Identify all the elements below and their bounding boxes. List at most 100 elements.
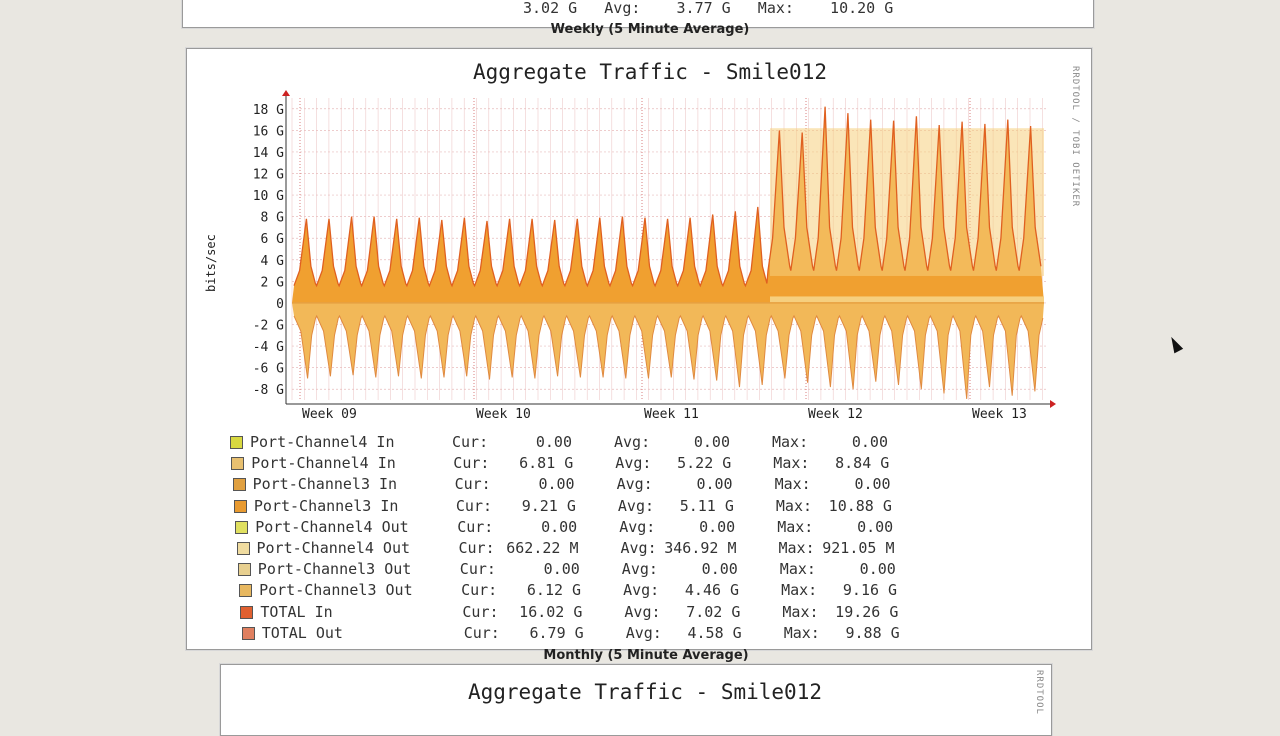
legend-max-label: Max: <box>773 454 810 473</box>
legend-cur-label: Cur: <box>461 581 498 600</box>
legend-cur-label: Cur: <box>462 602 499 621</box>
legend-swatch <box>241 626 255 640</box>
legend-cur-label: Cur: <box>454 475 491 494</box>
legend-series-name: Port-Channel3 In <box>252 475 398 494</box>
legend-series-name: TOTAL In <box>260 602 333 621</box>
legend-series-name: Port-Channel4 Out <box>256 539 411 557</box>
y-tick-label: 12 G <box>253 168 284 183</box>
legend-max-value: 8.84 G <box>835 454 890 473</box>
legend-avg-label: Avg: <box>619 517 656 536</box>
legend-cur-value: 0.00 <box>541 517 578 536</box>
legend-swatch <box>236 542 250 555</box>
legend-max-value: 0.00 <box>857 517 894 536</box>
legend-cur-value: 0.00 <box>543 560 580 579</box>
legend-avg-value: 0.00 <box>699 517 736 536</box>
legend-max-label: Max: <box>777 517 814 536</box>
legend-row: Port-Channel4 In Cur: 6.81 G Avg: 5.22 G Max:… <box>231 453 951 473</box>
legend-avg-value: 7.02 G <box>686 602 741 621</box>
legend-avg-value: 0.00 <box>693 433 730 451</box>
x-tick-label: Week 13 <box>972 407 1027 422</box>
legend-avg-label: Avg: <box>615 454 652 473</box>
legend-cur-label: Cur: <box>457 517 494 536</box>
legend-cur-label: Cur: <box>453 454 490 473</box>
legend-avg-value: 346.92 M <box>664 539 737 557</box>
legend-swatch <box>233 499 247 513</box>
legend-cur-value: 6.81 G <box>519 454 574 473</box>
y-tick-label: -6 G <box>253 362 284 377</box>
legend-swatch <box>235 520 249 534</box>
y-tick-label: 10 G <box>253 189 284 204</box>
legend-avg-value: 0.00 <box>701 560 738 579</box>
x-tick-label: Week 10 <box>476 407 531 422</box>
legend-max-value: 10.88 G <box>828 496 892 515</box>
legend-series-name: TOTAL Out <box>261 623 343 642</box>
legend-swatch <box>240 605 254 619</box>
legend-avg-label: Avg: <box>620 539 657 557</box>
legend-avg-label: Avg: <box>623 581 660 600</box>
legend-max-value: 0.00 <box>851 433 888 451</box>
legend-avg-value: 4.58 G <box>687 623 742 642</box>
legend-avg-value: 4.46 G <box>684 581 740 600</box>
y-tick-label: 4 G <box>261 254 285 269</box>
legend-row: Port-Channel4 In Cur: 0.00 Avg: 0.00 Max: 0.00 <box>230 432 950 452</box>
legend-series-name: Port-Channel3 Out <box>257 560 412 579</box>
legend-series-name: Port-Channel4 Out <box>255 517 409 536</box>
legend-max-label: Max: <box>772 433 809 451</box>
legend-row: Port-Channel3 Out Cur: 6.12 G Avg: 4.46 G Max… <box>239 580 959 600</box>
legend-cur-value: 0.00 <box>535 433 572 451</box>
legend-max-value: 921.05 M <box>822 539 895 557</box>
legend-swatch <box>239 584 253 598</box>
legend-series-name: Port-Channel3 In <box>253 496 399 515</box>
legend-row: Port-Channel3 Out Cur: 0.00 Avg: 0.00 Max: 0.0… <box>237 559 958 579</box>
legend-cur-value: 6.79 G <box>529 623 584 642</box>
legend-max-value: 9.88 G <box>845 623 900 642</box>
legend-cur-value: 16.02 G <box>519 602 583 621</box>
y-axis-arrow <box>282 90 290 96</box>
y-tick-label: 16 G <box>253 124 284 139</box>
x-tick-label: Week 09 <box>302 407 357 422</box>
legend-cur-value: 662.22 M <box>506 539 579 557</box>
legend-swatch <box>231 457 245 471</box>
legend-cur-value: 6.12 G <box>526 581 582 600</box>
legend-max-label: Max: <box>783 623 820 642</box>
legend-avg-label: Avg: <box>614 433 651 451</box>
legend-cur-label: Cur: <box>452 433 489 451</box>
legend-cur-label: Cur: <box>455 496 493 515</box>
legend-row: Port-Channel4 Out Cur: 0.00 Avg: 0.00 Max: 0.0… <box>235 517 955 537</box>
legend-max-value: 0.00 <box>859 560 896 579</box>
x-axis-arrow <box>1050 400 1056 408</box>
legend-row: Port-Channel3 In Cur: 9.21 G Avg: 5.11 G Max:… <box>233 496 954 516</box>
legend-cur-value: 9.21 G <box>521 496 576 515</box>
x-tick-label: Week 11 <box>644 407 699 422</box>
legend-swatch <box>232 478 246 492</box>
in-traffic-base-band <box>770 296 1044 303</box>
legend-avg-value: 5.11 G <box>679 496 734 515</box>
y-tick-label: -2 G <box>253 319 284 334</box>
legend-avg-label: Avg: <box>616 475 653 494</box>
legend-swatch <box>237 563 251 577</box>
legend-swatch <box>230 436 243 449</box>
legend-cur-label: Cur: <box>463 623 500 642</box>
legend-avg-value: 0.00 <box>696 475 733 494</box>
y-tick-label: 2 G <box>261 275 285 290</box>
legend-row: Port-Channel4 Out Cur: 662.22 M Avg: 346.92 … <box>236 538 957 558</box>
legend-max-label: Max: <box>782 602 819 621</box>
legend-max-label: Max: <box>779 560 816 579</box>
legend-row: Port-Channel3 In Cur: 0.00 Avg: 0.00 Max: 0.00 <box>232 474 953 494</box>
legend-series-name: Port-Channel4 In <box>250 433 395 451</box>
legend-max-label: Max: <box>781 581 818 600</box>
monthly-caption: Monthly (5 Minute Average) <box>543 648 749 663</box>
legend-max-label: Max: <box>774 475 811 494</box>
legend-max-value: 0.00 <box>854 475 891 494</box>
legend-avg-label: Avg: <box>617 496 655 515</box>
y-tick-label: 14 G <box>253 146 284 161</box>
legend-cur-label: Cur: <box>458 539 495 557</box>
legend-avg-label: Avg: <box>624 602 661 621</box>
legend-max-value: 9.16 G <box>842 581 898 600</box>
legend-row: TOTAL In Cur: 16.02 G Avg: 7.02 G Max: 19.26 G <box>240 602 960 622</box>
legend-series-name: Port-Channel3 Out <box>259 581 413 600</box>
legend-avg-label: Avg: <box>621 560 658 579</box>
legend-avg-label: Avg: <box>625 623 662 642</box>
y-tick-label: 8 G <box>261 211 285 226</box>
y-tick-label: 18 G <box>253 103 284 118</box>
